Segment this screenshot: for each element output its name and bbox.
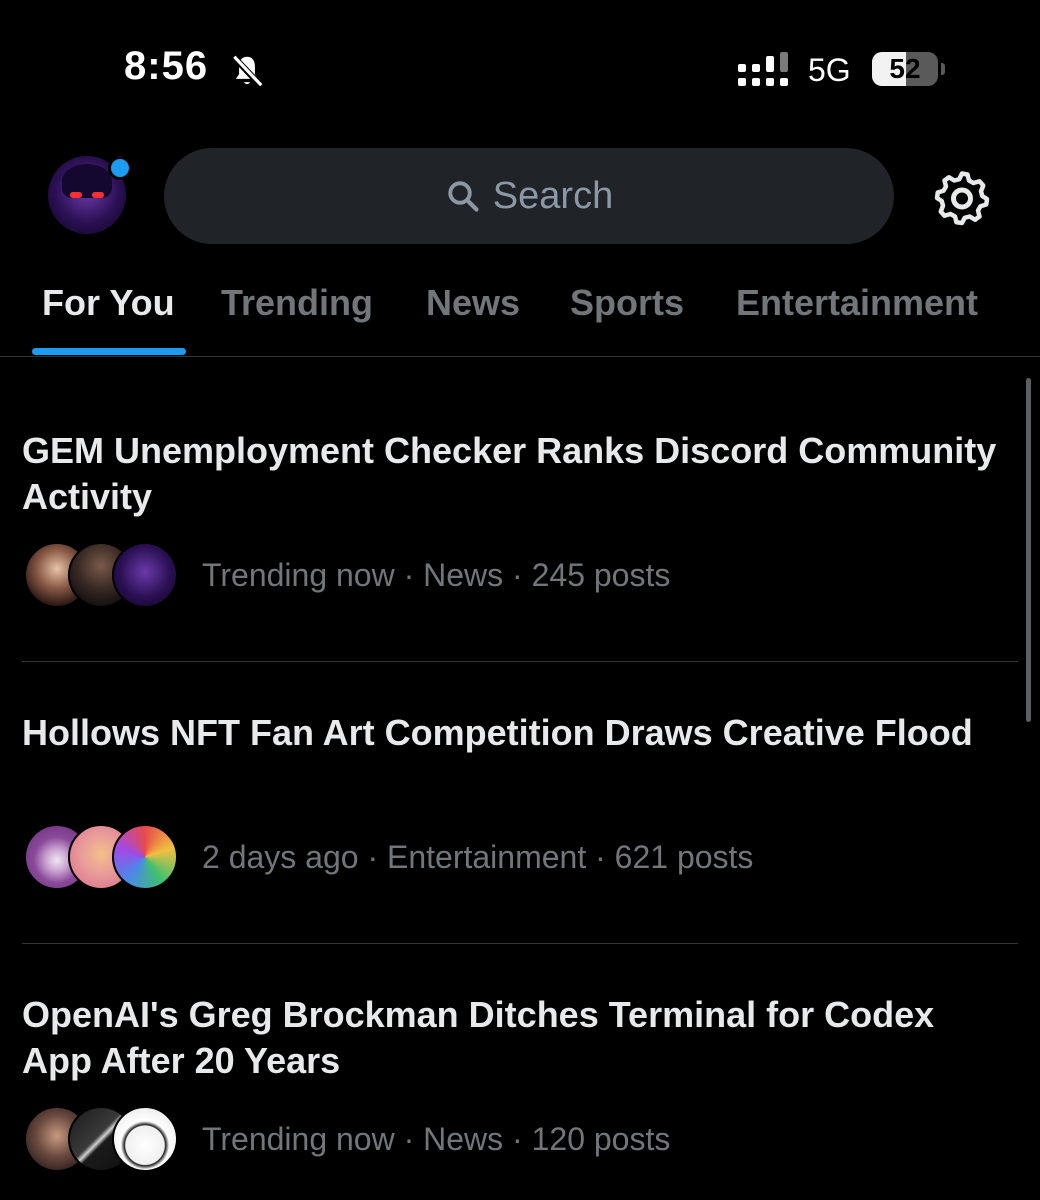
trend-meta-text: Trending now · News · 245 posts: [202, 556, 671, 593]
active-tab-indicator: [32, 348, 186, 355]
trend-meta: 2 days ago · Entertainment · 621 posts: [24, 824, 753, 890]
trend-post-count: 120 posts: [531, 1120, 671, 1157]
profile-avatar-button[interactable]: [48, 156, 132, 236]
trend-headline: OpenAI's Greg Brockman Ditches Terminal …: [22, 994, 935, 1081]
avatar: [112, 1106, 178, 1172]
trend-meta-text: 2 days ago · Entertainment · 621 posts: [202, 838, 754, 875]
battery-indicator: 52: [872, 52, 945, 88]
explore-screen: 8:56 5G 52 Search For You Trending News …: [0, 0, 1040, 1200]
trend-headline: Hollows NFT Fan Art Competition Draws Cr…: [22, 712, 973, 753]
trend-category: News: [423, 556, 504, 593]
trend-meta: Trending now · News · 120 posts: [24, 1106, 670, 1172]
avatar: [112, 542, 178, 608]
status-bar: 8:56 5G 52: [0, 0, 1040, 140]
gear-icon[interactable]: [932, 168, 992, 228]
tab-entertainment[interactable]: Entertainment: [736, 282, 978, 324]
tab-sports[interactable]: Sports: [570, 282, 684, 324]
search-icon: [448, 181, 479, 212]
tab-bar: For You Trending News Sports Entertainme…: [0, 268, 1040, 357]
trend-time: Trending now: [202, 556, 395, 593]
status-time: 8:56: [124, 44, 209, 88]
tab-news[interactable]: News: [426, 282, 520, 324]
cellular-signal-icon: [738, 52, 788, 86]
tab-for-you[interactable]: For You: [42, 282, 175, 324]
trend-time: Trending now: [202, 1120, 395, 1157]
trend-category: News: [423, 1120, 504, 1157]
trend-meta-text: Trending now · News · 120 posts: [202, 1120, 671, 1157]
network-type: 5G: [808, 52, 851, 88]
trend-post-count: 245 posts: [531, 556, 671, 593]
bell-slash-icon: [231, 54, 264, 89]
notification-dot: [108, 156, 132, 180]
trend-time: 2 days ago: [202, 838, 359, 875]
avatar-stack: [24, 542, 180, 608]
list-item[interactable]: Hollows NFT Fan Art Competition Draws Cr…: [0, 662, 1040, 944]
avatar: [112, 824, 178, 890]
battery-percent: 52: [889, 53, 921, 84]
search-input[interactable]: Search: [164, 148, 894, 244]
trend-headline: GEM Unemployment Checker Ranks Discord C…: [22, 430, 997, 517]
list-item[interactable]: OpenAI's Greg Brockman Ditches Terminal …: [0, 944, 1040, 1200]
avatar-stack: [24, 824, 180, 890]
tab-trending[interactable]: Trending: [221, 282, 373, 324]
list-item[interactable]: GEM Unemployment Checker Ranks Discord C…: [0, 380, 1040, 662]
trend-category: Entertainment: [387, 838, 587, 875]
search-placeholder: Search: [492, 174, 614, 217]
trend-meta: Trending now · News · 245 posts: [24, 542, 670, 608]
avatar-stack: [24, 1106, 180, 1172]
scrollbar[interactable]: [1026, 378, 1031, 722]
trend-post-count: 621 posts: [614, 838, 754, 875]
